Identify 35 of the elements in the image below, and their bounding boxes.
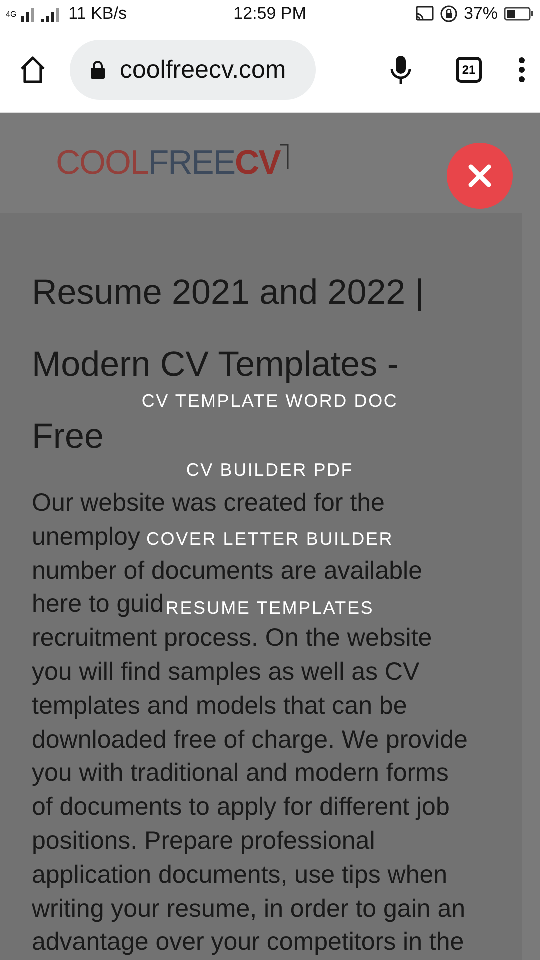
menu-link[interactable]: COVER LETTER BUILDER [146,529,394,549]
paragraph-line: recruitment process. On the website [32,623,432,654]
paragraph-line: downloaded free of charge. We provide [32,724,468,756]
paragraph-line: of documents to apply for different job [32,792,450,824]
paragraph-line: positions. Prepare professional [32,826,376,857]
battery-icon [504,7,534,21]
paragraph-line: you with traditional and modern forms [32,758,449,790]
cast-icon [416,6,434,22]
url-text: coolfreecv.com [120,56,286,84]
address-bar[interactable]: coolfreecv.com [70,40,316,100]
heading-line: Free [32,416,104,458]
paragraph-line: unemploy [32,522,140,553]
lock-icon [90,60,106,80]
menu-link[interactable]: RESUME TEMPLATES [166,598,374,618]
paragraph-line: here to guid [32,589,164,620]
heading-line: Modern CV Templates - [32,344,400,386]
paragraph-line: you will find samples as well as CV [32,656,420,688]
network-type: 4G [6,10,17,18]
menu-icon[interactable] [518,57,526,83]
menu-link[interactable]: CV BUILDER PDF [186,460,354,480]
tab-count[interactable]: 21 [456,57,482,83]
paragraph-line: templates and models that can be [32,690,408,722]
battery-level: 37% [464,4,498,24]
paragraph-line: number of documents are available [32,556,423,587]
paragraph-line: application documents, use tips when [32,860,448,891]
menu-link[interactable]: CV TEMPLATE WORD DOC [142,391,398,411]
heading-line: Resume 2021 and 2022 | [32,272,424,314]
microphone-icon[interactable] [390,55,412,85]
paragraph-line: writing your resume, in order to gain an [32,894,466,925]
data-speed: 11 KB/s [68,4,127,24]
paragraph-line: Our website was created for the [32,488,385,519]
rotation-lock-icon [440,5,458,23]
close-icon [467,163,493,189]
paragraph-line: advantage over your competitors in the [32,927,464,958]
clock: 12:59 PM [234,4,306,24]
